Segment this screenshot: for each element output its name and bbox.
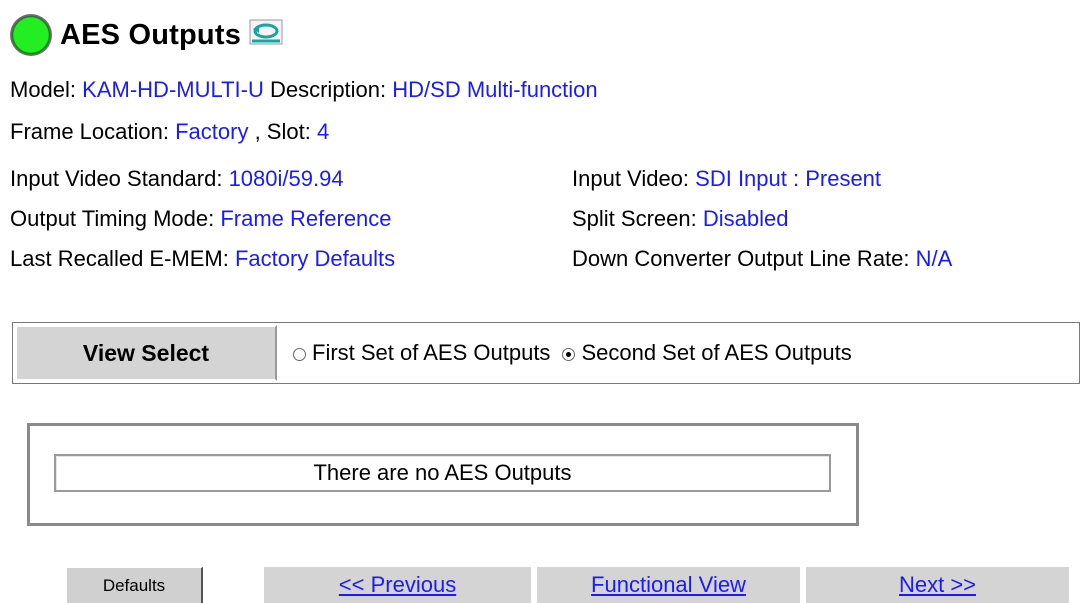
- frame-location-value: Factory: [175, 119, 249, 144]
- radio-checked-icon[interactable]: [562, 347, 576, 361]
- previous-link[interactable]: << Previous: [339, 572, 456, 598]
- slot-label: , Slot:: [254, 119, 311, 144]
- aes-outputs-panel: There are no AES Outputs: [27, 423, 859, 526]
- next-button[interactable]: Next >>: [806, 567, 1069, 603]
- no-outputs-message: There are no AES Outputs: [54, 454, 831, 492]
- view-select-panel: View Select First Set of AES Outputs Sec…: [12, 322, 1080, 384]
- split-screen-label: Split Screen:: [572, 206, 697, 231]
- input-standard-value: 1080i/59.94: [228, 166, 344, 191]
- last-emem-label: Last Recalled E-MEM:: [10, 246, 229, 271]
- emem-row: Last Recalled E-MEM: Factory Defaults Do…: [10, 246, 1090, 272]
- description-value: HD/SD Multi-function: [392, 77, 598, 102]
- radio-unchecked-icon[interactable]: [293, 347, 306, 361]
- last-emem-value: Factory Defaults: [234, 246, 396, 271]
- functional-view-button[interactable]: Functional View: [537, 567, 800, 603]
- first-set-radio-option[interactable]: First Set of AES Outputs: [293, 340, 550, 366]
- second-set-radio-option[interactable]: Second Set of AES Outputs: [562, 340, 852, 366]
- frame-location-row: Frame Location: Factory , Slot: 4: [10, 119, 329, 145]
- output-timing-label: Output Timing Mode:: [10, 206, 215, 231]
- defaults-button[interactable]: Defaults: [66, 567, 203, 603]
- green-status-led-icon: [10, 14, 52, 56]
- timing-row: Output Timing Mode: Frame Reference Spli…: [10, 206, 1090, 232]
- next-link[interactable]: Next >>: [899, 572, 976, 598]
- description-label: Description:: [269, 77, 387, 102]
- model-value: KAM-HD-MULTI-U: [82, 77, 264, 102]
- input-row: Input Video Standard: 1080i/59.94 Input …: [10, 166, 1090, 192]
- view-select-label: View Select: [15, 325, 277, 381]
- input-video-value: SDI Input : Present: [695, 166, 882, 191]
- model-label: Model:: [10, 77, 77, 102]
- down-converter-label: Down Converter Output Line Rate:: [572, 246, 910, 271]
- view-select-options: First Set of AES Outputs Second Set of A…: [277, 323, 1079, 383]
- output-timing-value: Frame Reference: [220, 206, 392, 231]
- frame-location-label: Frame Location:: [10, 119, 169, 144]
- refresh-icon[interactable]: [249, 19, 283, 45]
- page-title: AES Outputs: [60, 18, 242, 51]
- second-set-label[interactable]: Second Set of AES Outputs: [581, 340, 851, 366]
- slot-value: 4: [316, 119, 330, 144]
- input-video-label: Input Video:: [572, 166, 690, 191]
- page-header: AES Outputs: [10, 14, 283, 56]
- first-set-label[interactable]: First Set of AES Outputs: [312, 340, 550, 366]
- split-screen-value: Disabled: [702, 206, 789, 231]
- functional-view-link[interactable]: Functional View: [591, 572, 746, 598]
- previous-button[interactable]: << Previous: [264, 567, 531, 603]
- down-converter-value: N/A: [915, 246, 953, 271]
- model-row: Model: KAM-HD-MULTI-U Description: HD/SD…: [10, 77, 598, 103]
- input-standard-label: Input Video Standard:: [10, 166, 223, 191]
